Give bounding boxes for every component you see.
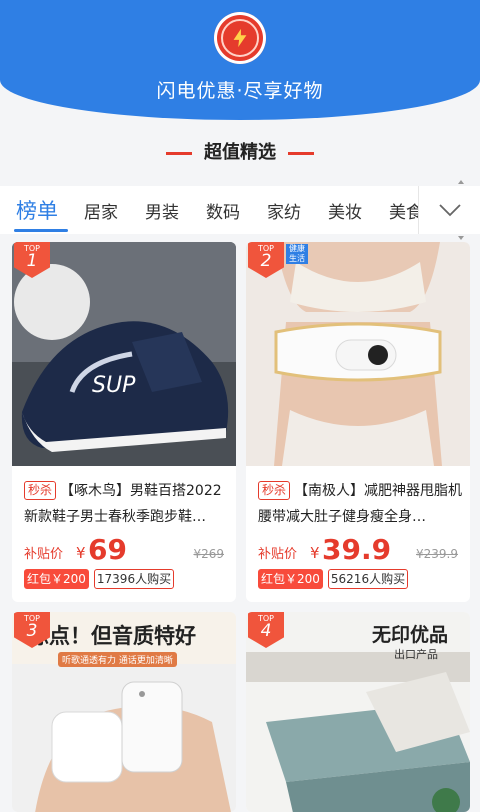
brand-name: 无印优品: [372, 624, 449, 646]
product-image[interactable]: SUP TOP 1: [12, 242, 236, 466]
currency-symbol: ¥: [310, 544, 320, 562]
price-label: 补贴价: [258, 547, 298, 562]
price-label: 补贴价: [24, 547, 64, 562]
title-right-line: [288, 151, 314, 155]
seckill-badge: 秒杀: [258, 481, 291, 500]
lightning-icon: [233, 28, 247, 48]
tab-menswear[interactable]: 男装: [145, 198, 179, 223]
scroll-up-icon: [458, 180, 464, 184]
product-title[interactable]: 秒杀 【南极人】减肥神器甩脂机腰带减大肚子健身瘦全身…: [258, 478, 464, 530]
tab-ranking[interactable]: 榜单: [16, 195, 58, 225]
price-row: 补贴价 ¥ 39.9 ¥239.9: [258, 532, 464, 566]
price-value: 69: [88, 533, 127, 566]
sold-count-tag: 56216人购买: [327, 569, 409, 589]
promo-headline: 惊点！但音质特好: [28, 624, 196, 648]
chevron-down-icon: [439, 204, 461, 217]
svg-text:SUP: SUP: [92, 373, 136, 398]
product-card[interactable]: TOP 2 健康生活 秒杀 【南极人】减肥神器甩脂机腰带减大肚子健身瘦全身… 补贴…: [246, 242, 470, 602]
title-left-line: [166, 151, 192, 155]
sold-count-tag: 17396人购买: [93, 569, 175, 589]
original-price: ¥269: [193, 547, 224, 561]
section-title: 超值精选: [0, 138, 480, 164]
tag-row: 红包￥200 56216人购买: [258, 568, 413, 590]
product-title[interactable]: 秒杀 【啄木鸟】男鞋百搭2022新款鞋子男士春秋季跑步鞋…: [24, 478, 230, 530]
price-value: 39.9: [322, 533, 392, 566]
product-image[interactable]: 无印优品 出口产品 TOP 4: [246, 612, 470, 812]
promo-subline: 听歌通透有力 通话更加清晰: [58, 652, 177, 667]
coupon-tag: 红包￥200: [258, 569, 323, 589]
header-banner: 闪电优惠·尽享好物: [0, 0, 480, 120]
tag-row: 红包￥200 17396人购买: [24, 568, 179, 590]
header-tagline: 闪电优惠·尽享好物: [156, 80, 324, 102]
product-image[interactable]: TOP 2 健康生活: [246, 242, 470, 466]
tab-digital[interactable]: 数码: [206, 198, 240, 223]
currency-symbol: ¥: [76, 544, 86, 562]
app-logo: [214, 12, 266, 64]
coupon-tag: 红包￥200: [24, 569, 89, 589]
category-tabs: 榜单 居家 男装 数码 家纺 美妆 美食: [0, 180, 480, 240]
product-card[interactable]: SUP TOP 1 秒杀 【啄木鸟】男鞋百搭2022新款鞋子男士春秋季跑步鞋… 补…: [12, 242, 236, 602]
product-card[interactable]: 惊点！但音质特好 听歌通透有力 通话更加清晰 TOP 3: [12, 612, 236, 812]
product-card[interactable]: 无印优品 出口产品 TOP 4: [246, 612, 470, 812]
tab-textiles[interactable]: 家纺: [267, 198, 301, 223]
scroll-down-icon: [458, 236, 464, 240]
seckill-badge: 秒杀: [24, 481, 57, 500]
brand-subtitle: 出口产品: [394, 648, 438, 661]
health-label: 健康生活: [286, 244, 308, 264]
price-row: 补贴价 ¥ 69 ¥269: [24, 532, 230, 566]
tab-home[interactable]: 居家: [84, 198, 118, 223]
active-tab-indicator: [14, 229, 68, 232]
tab-beauty[interactable]: 美妆: [328, 198, 362, 223]
original-price: ¥239.9: [416, 547, 458, 561]
expand-tabs-button[interactable]: [418, 186, 480, 234]
product-image[interactable]: 惊点！但音质特好 听歌通透有力 通话更加清晰 TOP 3: [12, 612, 236, 812]
